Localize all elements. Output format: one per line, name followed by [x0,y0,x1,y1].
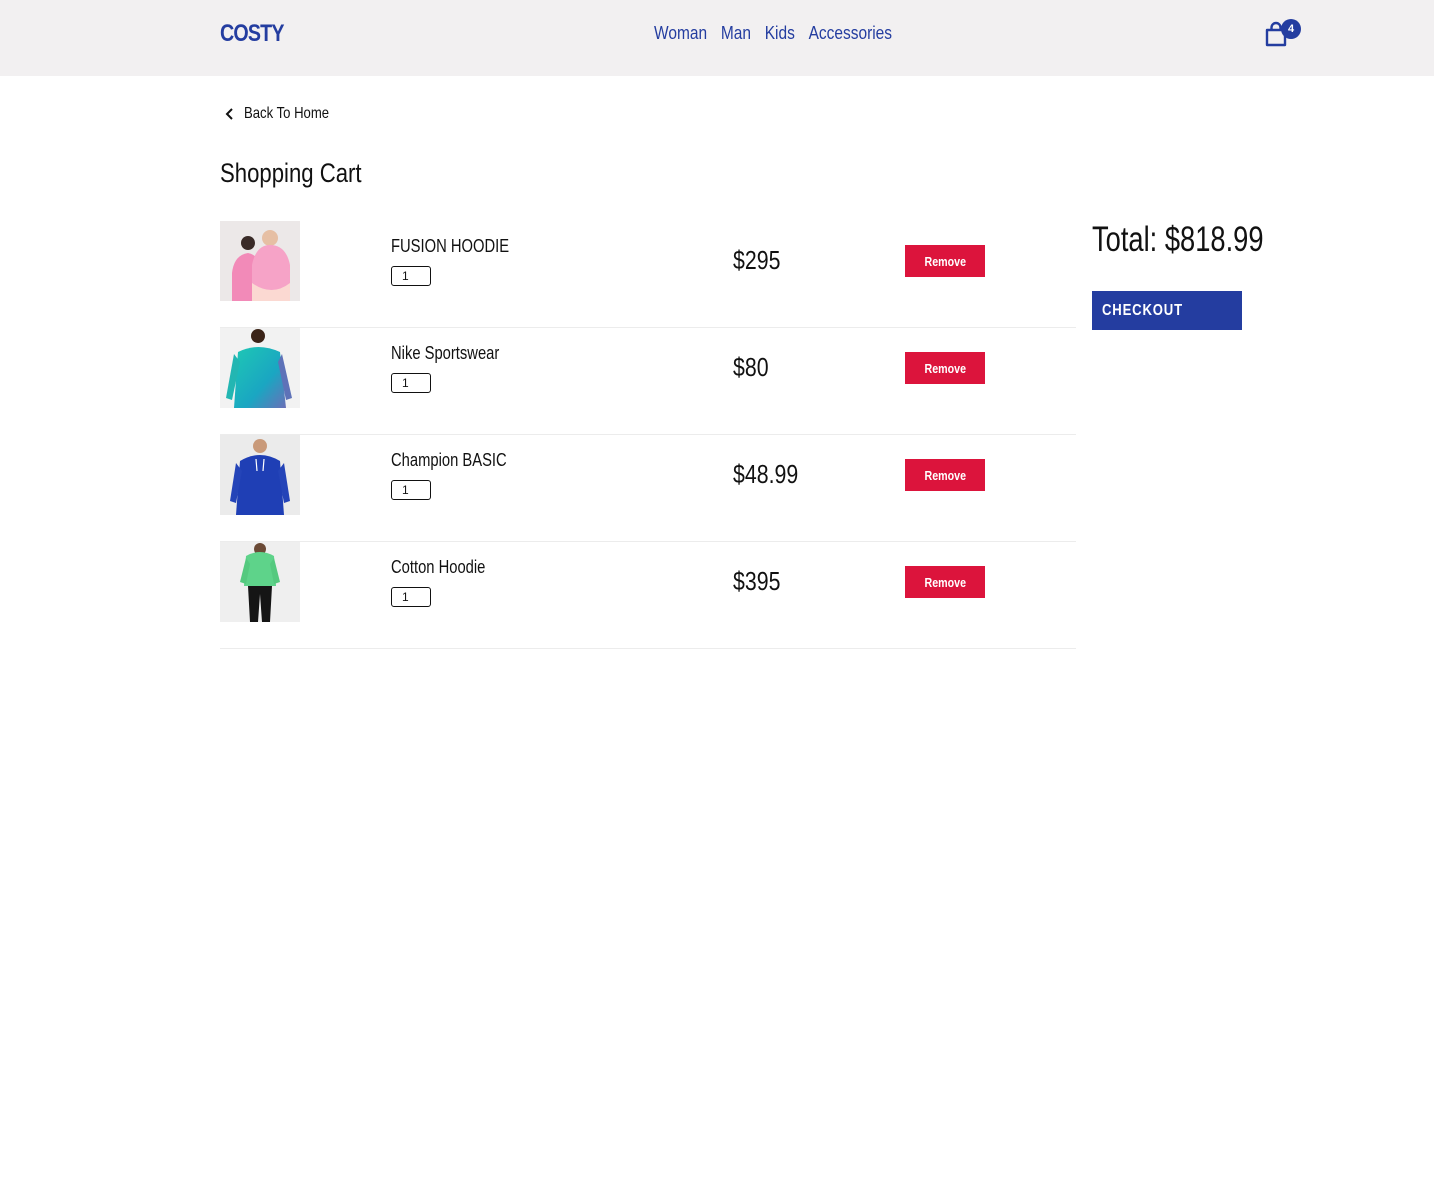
remove-button-label: Remove [924,360,966,376]
cart-button[interactable]: 4 [1264,19,1304,49]
remove-button-label: Remove [924,467,966,483]
remove-button[interactable]: Remove [905,459,985,491]
nav-link-kids[interactable]: Kids [765,23,795,44]
product-name: Nike Sportswear [391,343,500,363]
product-price: $80 [733,352,769,382]
product-image [220,435,300,515]
quantity-input[interactable] [391,266,431,286]
back-to-home-label: Back To Home [244,105,330,122]
product-image [220,221,300,301]
remove-button[interactable]: Remove [905,245,985,277]
product-price: $295 [733,245,781,275]
cart-item-row: Champion BASIC $48.99 Remove [220,435,1076,542]
cart-item-row: Nike Sportswear $80 Remove [220,328,1076,435]
site-header: COSTY Woman Man Kids Accessories 4 [0,0,1434,76]
cart-count-badge: 4 [1281,19,1301,39]
nav-link-accessories[interactable]: Accessories [809,23,892,44]
back-to-home-link[interactable]: Back To Home [224,105,348,123]
page-title: Shopping Cart [220,158,362,188]
product-image [220,328,300,408]
product-price: $395 [733,566,781,596]
remove-button-label: Remove [924,253,966,269]
product-name: Champion BASIC [391,450,507,470]
remove-button[interactable]: Remove [905,352,985,384]
quantity-input[interactable] [391,480,431,500]
remove-button[interactable]: Remove [905,566,985,598]
remove-button-label: Remove [924,574,966,590]
product-price: $48.99 [733,459,799,489]
nav-link-man[interactable]: Man [721,23,751,44]
checkout-button-label: CHECKOUT [1102,301,1183,319]
cart-item-row: Cotton Hoodie $395 Remove [220,542,1076,649]
checkout-button[interactable]: CHECKOUT [1092,291,1242,330]
product-image [220,542,300,622]
main-nav: Woman Man Kids Accessories [654,23,892,44]
cart-item-row: FUSION HOODIE $295 Remove [220,221,1076,328]
cart-total: Total: $818.99 [1092,220,1264,259]
quantity-input[interactable] [391,587,431,607]
nav-link-woman[interactable]: Woman [654,23,707,44]
product-name: FUSION HOODIE [391,236,510,256]
chevron-left-icon [225,108,233,120]
quantity-input[interactable] [391,373,431,393]
product-name: Cotton Hoodie [391,557,486,577]
cart-item-list: FUSION HOODIE $295 Remove Ni [220,221,1076,649]
site-logo[interactable]: COSTY [220,20,285,48]
